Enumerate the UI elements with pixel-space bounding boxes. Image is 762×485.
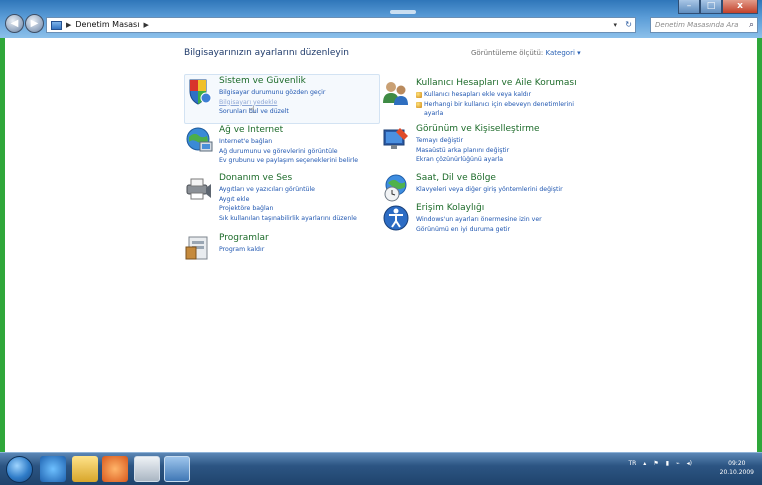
- category-system-security: Sistem ve Güvenlik Bilgisayar durumunu g…: [184, 76, 384, 122]
- control-panel-task-icon[interactable]: [164, 456, 190, 482]
- clock-time: 09:20: [728, 460, 746, 467]
- link-parental-controls[interactable]: Herhangi bir kullanıcı için ebeveyn dene…: [416, 100, 576, 119]
- search-icon[interactable]: ⌕: [749, 18, 754, 32]
- search-input[interactable]: Denetim Masasında Ara ⌕: [650, 17, 758, 33]
- view-by-dropdown[interactable]: Kategori ▾: [546, 49, 581, 57]
- category-title[interactable]: Donanım ve Ses: [219, 173, 292, 183]
- back-button[interactable]: ◀: [5, 14, 24, 33]
- search-placeholder: Denetim Masasında Ara: [655, 21, 739, 29]
- link-check-status[interactable]: Bilgisayar durumunu gözden geçir: [219, 88, 325, 98]
- network-icon[interactable]: ⌁: [676, 460, 680, 467]
- category-title[interactable]: Ağ ve Internet: [219, 125, 283, 135]
- category-appearance: Görünüm ve Kişiselleştirme Temayı değişt…: [381, 124, 601, 166]
- category-title[interactable]: Programlar: [219, 233, 269, 243]
- link-homegroup[interactable]: Ev grubunu ve paylaşım seçeneklerini bel…: [219, 156, 358, 166]
- link-add-remove-accounts[interactable]: Kullanıcı hesapları ekle veya kaldır: [416, 90, 576, 100]
- category-title[interactable]: Sistem ve Güvenlik: [219, 76, 306, 86]
- users-icon: [383, 82, 408, 105]
- show-hidden-icons-icon[interactable]: ▴: [643, 460, 646, 467]
- view-by-label: Görüntüleme ölçütü:: [471, 49, 544, 57]
- category-ease-of-access: Erişim Kolaylığı Windows'un ayarları öne…: [381, 203, 601, 237]
- link-connect-internet[interactable]: Internet'e bağlan: [219, 137, 358, 147]
- link-screen-resolution[interactable]: Ekran çözünürlüğünü ayarla: [416, 155, 509, 165]
- category-title[interactable]: Saat, Dil ve Bölge: [416, 173, 496, 183]
- flag-icon[interactable]: ⚑: [653, 460, 658, 467]
- category-user-accounts: Kullanıcı Hesapları ve Aile Koruması Kul…: [381, 78, 601, 120]
- category-title[interactable]: Görünüm ve Kişiselleştirme: [416, 124, 540, 134]
- address-dropdown-icon[interactable]: ▾: [613, 18, 617, 32]
- nav-buttons: ◀ ▶: [5, 14, 44, 33]
- system-tray: TR ▴ ⚑ ▮ ⌁ ◂): [628, 460, 692, 467]
- battery-icon[interactable]: ▮: [666, 460, 669, 467]
- start-button[interactable]: [6, 456, 33, 483]
- category-programs: Programlar Program kaldır: [184, 233, 384, 263]
- address-bar[interactable]: ▶ Denetim Masası ▶ ▾ ↻: [46, 17, 636, 33]
- globe-network-icon: [186, 127, 213, 152]
- media-player-icon[interactable]: [102, 456, 128, 482]
- refresh-icon[interactable]: ↻: [625, 18, 632, 32]
- link-backup[interactable]: Bilgisayarı yedekle: [219, 98, 325, 108]
- category-hardware-sound: Donanım ve Ses Aygıtları ve yazıcıları g…: [184, 173, 384, 229]
- breadcrumb-arrow-icon[interactable]: ▶: [66, 18, 71, 32]
- accessibility-icon: [383, 205, 409, 231]
- page-title: Bilgisayarınızın ayarlarını düzenleyin: [184, 48, 349, 58]
- link-projector[interactable]: Projektöre bağlan: [219, 204, 357, 214]
- hand-cursor-icon: ☝: [249, 105, 256, 116]
- link-mobility-settings[interactable]: Sık kullanılan taşınabilirlik ayarlarını…: [219, 214, 357, 224]
- printer-speaker-icon: [186, 178, 211, 200]
- link-add-device[interactable]: Aygıt ekle: [219, 195, 357, 205]
- folder-icon[interactable]: [72, 456, 98, 482]
- title-glare: [390, 10, 416, 14]
- app-icon[interactable]: [134, 456, 160, 482]
- clock-date: 20.10.2009: [719, 469, 754, 476]
- link-troubleshoot[interactable]: Sorunları bul ve düzelt: [219, 107, 325, 117]
- window-controls: – □ x: [678, 0, 758, 14]
- link-optimize-display[interactable]: Görünümü en iyi duruma getir: [416, 225, 542, 235]
- category-title[interactable]: Kullanıcı Hesapları ve Aile Koruması: [416, 78, 577, 88]
- breadcrumb-arrow-icon[interactable]: ▶: [143, 18, 148, 32]
- globe-clock-icon: [384, 174, 407, 202]
- category-network-internet: Ağ ve Internet Internet'e bağlan Ağ duru…: [184, 125, 384, 167]
- forward-button[interactable]: ▶: [25, 14, 44, 33]
- link-network-status[interactable]: Ağ durumunu ve görevlerini görüntüle: [219, 147, 358, 157]
- taskbar: TR ▴ ⚑ ▮ ⌁ ◂) 09:20 20.10.2009: [0, 452, 762, 485]
- minimize-button[interactable]: –: [678, 0, 700, 14]
- control-panel-icon: [51, 20, 62, 30]
- category-clock-language: Saat, Dil ve Bölge Klavyeleri veya diğer…: [381, 173, 601, 203]
- monitor-paint-icon: [383, 128, 408, 149]
- category-title[interactable]: Erişim Kolaylığı: [416, 203, 484, 213]
- internet-explorer-icon[interactable]: [40, 456, 66, 482]
- link-devices-printers[interactable]: Aygıtları ve yazıcıları görüntüle: [219, 185, 357, 195]
- link-uninstall-program[interactable]: Program kaldır: [219, 245, 264, 255]
- link-change-keyboards[interactable]: Klavyeleri veya diğer giriş yöntemlerini…: [416, 185, 563, 195]
- link-change-theme[interactable]: Temayı değiştir: [416, 136, 509, 146]
- close-button[interactable]: x: [722, 0, 758, 14]
- clock[interactable]: 09:20 20.10.2009: [720, 459, 754, 477]
- title-bar: ◀ ▶ ▶ Denetim Masası ▶ ▾ ↻ Denetim Masas…: [0, 0, 762, 38]
- programs-icon: [185, 236, 208, 260]
- breadcrumb-control-panel[interactable]: Denetim Masası: [75, 18, 139, 32]
- shield-icon: [189, 79, 212, 105]
- link-suggest-settings[interactable]: Windows'un ayarları önermesine izin ver: [416, 215, 542, 225]
- language-indicator[interactable]: TR: [628, 460, 636, 467]
- volume-icon[interactable]: ◂): [687, 460, 692, 467]
- maximize-button[interactable]: □: [700, 0, 722, 14]
- view-by: Görüntüleme ölçütü: Kategori ▾: [471, 49, 581, 57]
- link-change-background[interactable]: Masaüstü arka planını değiştir: [416, 146, 509, 156]
